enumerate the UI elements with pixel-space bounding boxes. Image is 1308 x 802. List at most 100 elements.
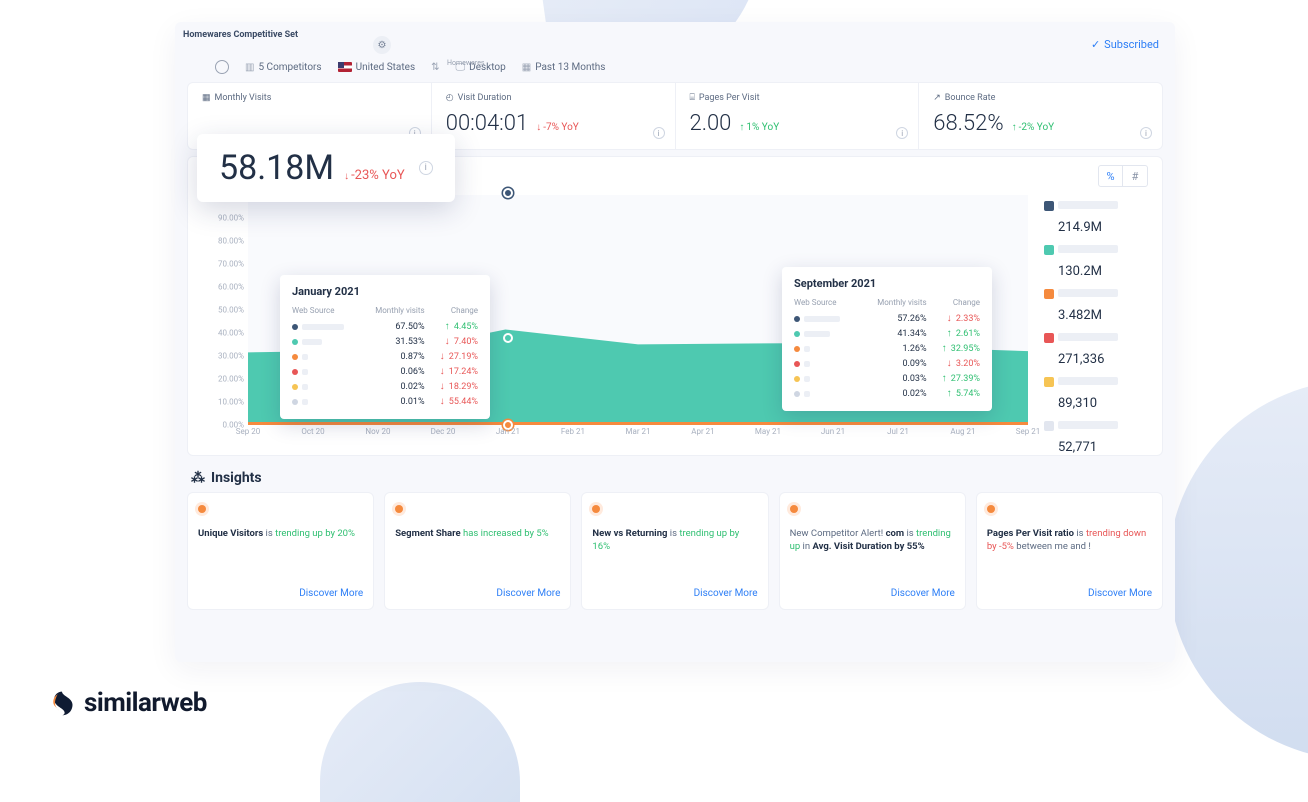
tooltip-change: ↓ 7.40% <box>425 336 478 347</box>
insight-text: Segment Share has increased by 5% <box>395 527 560 540</box>
legend-item[interactable]: 130.2M <box>1044 243 1148 279</box>
metric-bounce[interactable]: ↗Bounce Rate 68.52%↑-2% YoY i <box>919 83 1162 149</box>
insights-header: ⁂Insights <box>191 470 1159 486</box>
legend-checkbox[interactable] <box>1044 201 1054 211</box>
arrow-down-icon: ↓ <box>947 358 952 369</box>
tooltip-change: ↓ 2.33% <box>927 313 980 324</box>
filter-domain[interactable]: ⇅ <box>431 62 439 73</box>
tooltip-title: September 2021 <box>794 277 980 290</box>
legend-checkbox[interactable] <box>1044 333 1054 343</box>
tooltip-row: 31.53%↓ 7.40% <box>292 334 478 349</box>
insight-card: Segment Share has increased by 5% Discov… <box>384 492 571 610</box>
flag-us-icon <box>338 62 352 72</box>
metric-ppv[interactable]: ⌸Pages Per Visit 2.00↑1% YoY i <box>676 83 920 149</box>
arrow-up-icon: ↑ <box>947 388 952 399</box>
insight-dot-icon <box>395 505 403 513</box>
series-color-dot <box>292 369 298 375</box>
arrow-down-icon: ↓ <box>947 313 952 324</box>
bar-icon <box>804 361 810 367</box>
series-color-dot <box>292 384 298 390</box>
legend-value: 271,336 <box>1044 352 1148 367</box>
arrow-down-icon: ↓ <box>344 171 349 182</box>
chart-plot[interactable]: 100.00% 90.00% 80.00% 70.00% 60.00% 50.0… <box>202 195 1028 439</box>
filter-country[interactable]: United States <box>338 62 416 73</box>
series-color-dot <box>794 331 800 337</box>
legend-checkbox[interactable] <box>1044 377 1054 387</box>
bar-icon <box>302 324 344 330</box>
metric-duration[interactable]: ◴Visit Duration 00:04:01↓-7% YoY i <box>432 83 676 149</box>
similarweb-icon <box>48 689 76 717</box>
legend-item[interactable]: 3.482M <box>1044 287 1148 323</box>
insight-card: Pages Per Visit ratio is trending down b… <box>976 492 1163 610</box>
legend-checkbox[interactable] <box>1044 421 1054 431</box>
check-icon: ✓ <box>1091 38 1100 51</box>
legend-item[interactable]: 214.9M <box>1044 199 1148 235</box>
chart-tooltip-sep: September 2021 Web SourceMonthly visitsC… <box>782 267 992 411</box>
arrow-down-icon: ↓ <box>536 122 541 133</box>
globe-icon[interactable] <box>215 60 229 74</box>
legend-item[interactable]: 89,310 <box>1044 375 1148 411</box>
arrow-up-icon: ↑ <box>739 122 744 133</box>
insight-dot-icon <box>987 505 995 513</box>
pages-icon: ⌸ <box>690 93 695 103</box>
chart-series-3 <box>248 422 1028 425</box>
arrow-up-icon: ↑ <box>942 343 947 354</box>
tooltip-row: 0.02%↑ 5.74% <box>794 386 980 401</box>
chart-tooltip-jan: January 2021 Web SourceMonthly visitsCha… <box>280 275 490 419</box>
brand-wordmark: similarweb <box>84 688 207 718</box>
insight-card: Unique Visitors is trending up by 20% Di… <box>187 492 374 610</box>
filter-period[interactable]: ▦Past 13 Months <box>522 62 606 73</box>
series-color-dot <box>292 354 298 360</box>
info-icon[interactable]: i <box>1140 127 1152 139</box>
info-icon[interactable]: i <box>653 127 665 139</box>
arrow-up-icon: ↑ <box>942 373 947 384</box>
series-color-dot <box>794 391 800 397</box>
tooltip-value: 0.02% <box>871 389 926 399</box>
app-window: Homewares Competitive Set ⚙ Homewares ✓S… <box>175 22 1175 662</box>
arrow-up-icon: ↑ <box>947 328 952 339</box>
info-icon[interactable]: i <box>896 127 908 139</box>
tooltip-change: ↓ 3.20% <box>927 358 980 369</box>
legend-checkbox[interactable] <box>1044 289 1054 299</box>
discover-more-link[interactable]: Discover More <box>299 588 363 599</box>
tooltip-value: 41.34% <box>871 329 926 339</box>
legend-label-placeholder <box>1058 201 1118 209</box>
bar-icon <box>804 376 810 382</box>
legend-label-placeholder <box>1058 245 1118 253</box>
subscribed-badge[interactable]: ✓ Subscribed <box>1091 38 1159 51</box>
toggle-percent[interactable]: % <box>1099 166 1123 186</box>
subscribed-label: Subscribed <box>1104 38 1159 51</box>
tooltip-row: 0.87%↓ 27.19% <box>292 349 478 364</box>
series-color-dot <box>794 376 800 382</box>
bar-icon <box>302 339 322 345</box>
discover-more-link[interactable]: Discover More <box>496 588 560 599</box>
legend-item[interactable]: 52,771 <box>1044 419 1148 455</box>
discover-more-link[interactable]: Discover More <box>694 588 758 599</box>
filter-competitors[interactable]: ▥5 Competitors <box>245 62 322 73</box>
insights-row: Unique Visitors is trending up by 20% Di… <box>175 492 1175 622</box>
series-color-dot <box>794 361 800 367</box>
legend-label-placeholder <box>1058 421 1118 429</box>
tooltip-value: 67.50% <box>369 322 424 332</box>
highlight-delta: ↓-23% YoY <box>344 168 405 183</box>
toggle-count[interactable]: # <box>1123 166 1147 186</box>
legend-checkbox[interactable] <box>1044 245 1054 255</box>
info-icon[interactable]: i <box>419 161 433 175</box>
tooltip-row: 1.26%↑ 32.95% <box>794 341 980 356</box>
insight-text: Pages Per Visit ratio is trending down b… <box>987 527 1152 554</box>
series-color-dot <box>292 399 298 405</box>
tooltip-change: ↑ 27.39% <box>927 373 980 384</box>
series-color-dot <box>794 316 800 322</box>
building-icon: ▥ <box>245 62 254 73</box>
link-icon: ⇅ <box>431 62 439 73</box>
tooltip-row: 57.26%↓ 2.33% <box>794 311 980 326</box>
discover-more-link[interactable]: Discover More <box>891 588 955 599</box>
tooltip-row: 0.01%↓ 55.44% <box>292 394 478 409</box>
chart-y-axis: 100.00% 90.00% 80.00% 70.00% 60.00% 50.0… <box>202 195 246 425</box>
tooltip-row: 41.34%↑ 2.61% <box>794 326 980 341</box>
gear-icon[interactable]: ⚙ <box>373 36 391 54</box>
tooltip-row: 0.06%↓ 17.24% <box>292 364 478 379</box>
discover-more-link[interactable]: Discover More <box>1088 588 1152 599</box>
legend-item[interactable]: 271,336 <box>1044 331 1148 367</box>
tooltip-change: ↓ 55.44% <box>425 396 478 407</box>
